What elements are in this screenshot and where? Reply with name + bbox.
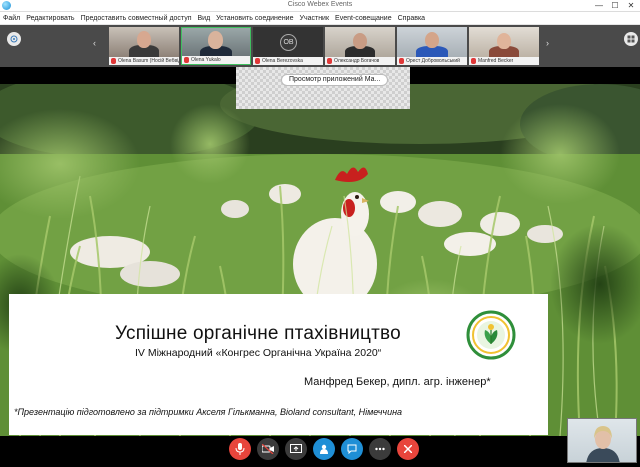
video-button[interactable] (257, 438, 279, 460)
share-icon (290, 444, 302, 453)
menu-participant[interactable]: Участник (300, 15, 330, 22)
menu-view[interactable]: Вид (198, 15, 211, 22)
slide-footnote: *Презентацію підготовлено за підтримки А… (14, 407, 403, 417)
participant-tile-active[interactable]: Olena Yukalo (181, 27, 251, 65)
participant-name: Орест Добровольський (406, 58, 460, 64)
meeting-controls (0, 436, 640, 467)
slide-author: Манфред Бекер, дипл. агр. інженер* (304, 376, 491, 388)
shared-app-label[interactable]: Просмотр приложений Ма... (281, 74, 389, 86)
mic-muted-icon (471, 58, 476, 64)
organic-logo-icon (466, 310, 516, 360)
chevron-left-icon[interactable]: ‹ (93, 38, 96, 48)
menu-edit[interactable]: Редактировать (26, 15, 74, 22)
slide-title: Успішне органічне птахівництво (115, 323, 401, 344)
participant-name: Manfred Becker (478, 58, 514, 64)
video-off-icon (262, 444, 274, 454)
participant-tile[interactable]: OB Olena Berezovska (253, 27, 323, 65)
window-title: Cisco Webex Events (287, 1, 353, 8)
mic-muted-icon (399, 58, 404, 64)
mic-muted-icon (327, 58, 332, 64)
menu-file[interactable]: Файл (3, 15, 20, 22)
participant-tile[interactable]: Olena Basum (Носій Вебвідео) (109, 27, 179, 65)
maximize-button[interactable]: ☐ (608, 0, 622, 11)
self-view-person (586, 426, 620, 462)
chat-button[interactable] (341, 438, 363, 460)
webex-window: Cisco Webex Events — ☐ ✕ Файл Редактиров… (0, 0, 640, 467)
participant-strip: ‹ Olena Basum (Носій Вебвідео) Olena Yuk… (0, 25, 640, 67)
chevron-right-icon[interactable]: › (546, 38, 549, 48)
grid-view-icon (627, 35, 635, 43)
layout-button[interactable] (7, 32, 21, 46)
layout-icon (10, 35, 18, 43)
participant-name: Olena Berezovska (262, 58, 303, 64)
mute-button[interactable] (229, 438, 251, 460)
menu-connect[interactable]: Установить соединение (216, 15, 293, 22)
participant-name: Олександр Богачов (334, 58, 380, 64)
participant-name: Olena Basum (Носій Вебвідео) (118, 58, 179, 64)
menu-share[interactable]: Предоставить совместный доступ (81, 15, 192, 22)
participant-name: Olena Yukalo (191, 57, 221, 63)
microphone-icon (235, 443, 245, 455)
participants-button[interactable] (313, 438, 335, 460)
title-bar: Cisco Webex Events — ☐ ✕ (0, 0, 640, 12)
more-button[interactable] (369, 438, 391, 460)
grid-view-button[interactable] (624, 32, 638, 46)
chat-icon (347, 444, 357, 454)
participant-tile[interactable]: Manfred Becker (469, 27, 539, 65)
self-view-video[interactable] (567, 418, 637, 463)
slide-subtitle: IV Міжнародний «Конгрес Органічна Україн… (135, 347, 382, 359)
close-window-button[interactable]: ✕ (624, 0, 638, 11)
participant-tile[interactable]: Орест Добровольський (397, 27, 467, 65)
share-button[interactable] (285, 438, 307, 460)
more-icon (375, 447, 385, 451)
participants-icon (320, 444, 328, 454)
slide-caption-box: Успішне органічне птахівництво IV Міжнар… (9, 294, 548, 435)
mic-muted-icon (184, 57, 189, 63)
minimize-button[interactable]: — (592, 0, 606, 11)
participant-initials: OB (280, 34, 297, 51)
participant-tile[interactable]: Олександр Богачов (325, 27, 395, 65)
leave-button[interactable] (397, 438, 419, 460)
menu-bar: Файл Редактировать Предоставить совместн… (0, 12, 640, 25)
close-icon (404, 445, 412, 453)
menu-help[interactable]: Справка (398, 15, 425, 22)
mic-muted-icon (255, 58, 260, 64)
mic-muted-icon (111, 58, 116, 64)
menu-event[interactable]: Event-совещание (335, 15, 392, 22)
